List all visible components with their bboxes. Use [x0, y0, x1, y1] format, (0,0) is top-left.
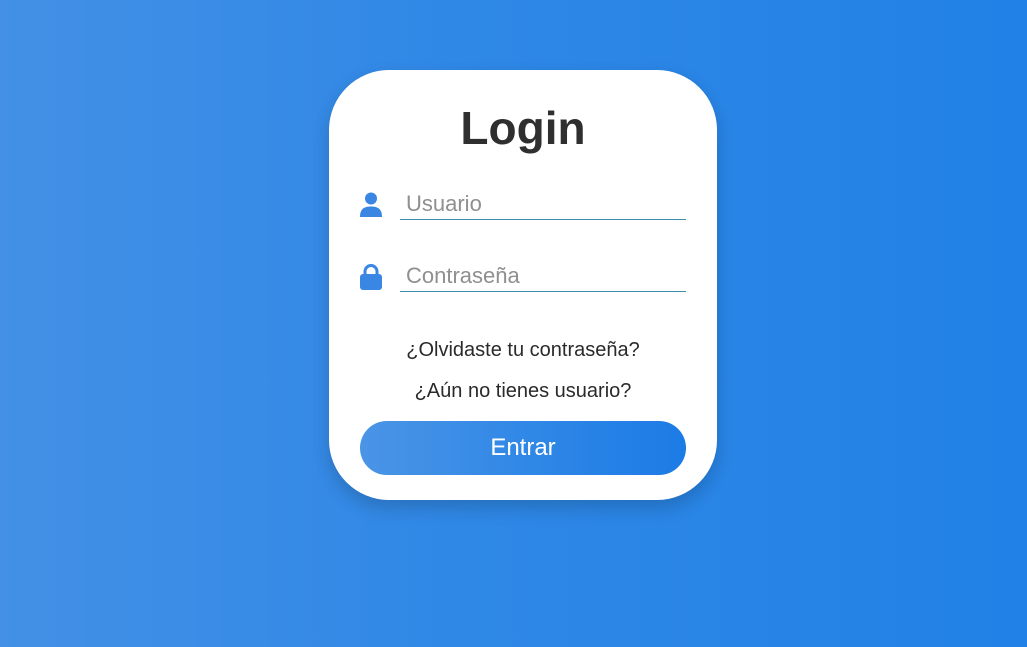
user-icon	[360, 192, 382, 218]
username-row	[360, 188, 686, 222]
password-input[interactable]	[400, 260, 686, 292]
lock-icon	[360, 264, 382, 290]
page-title: Login	[460, 102, 586, 154]
username-input[interactable]	[400, 188, 686, 220]
password-row	[360, 260, 686, 294]
login-submit-button[interactable]: Entrar	[360, 421, 686, 475]
login-card: Login ¿Olvidaste tu contraseña? ¿Aún no …	[329, 70, 717, 500]
register-link[interactable]: ¿Aún no tienes usuario?	[329, 379, 717, 403]
forgot-password-link[interactable]: ¿Olvidaste tu contraseña?	[329, 338, 717, 362]
